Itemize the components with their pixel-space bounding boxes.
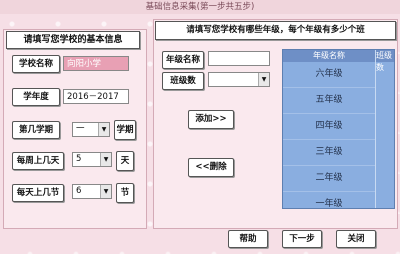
semester-select[interactable]: 一 ▼ (72, 122, 110, 137)
semester-label: 第几学期 (12, 121, 60, 139)
chevron-down-icon: ▼ (100, 185, 111, 198)
semester-unit: 学期 (114, 120, 136, 140)
days-per-week-value: 5 (76, 154, 82, 164)
help-button[interactable]: 帮助 (228, 230, 268, 248)
school-info-header: 请填写您学校的基本信息 (6, 31, 140, 49)
days-per-week-label: 每周上几天 (12, 152, 64, 170)
periods-unit: 节 (116, 183, 134, 203)
close-button[interactable]: 关闭 (336, 230, 376, 248)
table-row[interactable]: 五年级 (283, 88, 375, 114)
semester-value: 一 (76, 124, 85, 134)
column-divider (375, 50, 376, 208)
grade-name-label: 年级名称 (162, 51, 204, 69)
grade-name-input[interactable] (208, 51, 270, 66)
school-year-input[interactable]: 2016－2017 (63, 89, 129, 104)
school-name-input[interactable]: 向阳小学 (63, 56, 129, 71)
periods-per-day-label: 每天上几节 (12, 184, 64, 202)
periods-per-day-select[interactable]: 6 ▼ (72, 184, 112, 199)
table-row[interactable]: 一年级 (283, 192, 375, 208)
days-per-week-select[interactable]: 5 ▼ (72, 152, 112, 167)
delete-button[interactable]: <<删除 (188, 158, 234, 177)
table-row[interactable]: 二年级 (283, 166, 375, 192)
column-header-grade: 年级名称 (283, 50, 375, 62)
class-count-label: 班级数 (162, 72, 204, 90)
chevron-down-icon: ▼ (258, 73, 269, 86)
table-row[interactable]: 三年级 (283, 140, 375, 166)
column-header-class-count: 班级数 (376, 50, 394, 72)
next-step-button[interactable]: 下一步 (282, 230, 322, 248)
grade-info-header: 请填写您学校有哪些年级，每个年级有多少个班 (155, 21, 396, 40)
table-row[interactable]: 四年级 (283, 114, 375, 140)
chevron-down-icon: ▼ (98, 123, 109, 136)
chevron-down-icon: ▼ (100, 153, 111, 166)
table-row[interactable]: 六年级 (283, 62, 375, 88)
school-year-label: 学年度 (12, 88, 60, 106)
periods-per-day-value: 6 (76, 186, 82, 196)
add-button[interactable]: 添加>> (188, 110, 234, 129)
school-name-label: 学校名称 (12, 55, 60, 73)
days-unit: 天 (116, 151, 134, 171)
class-count-select[interactable]: ▼ (208, 72, 270, 87)
window-title: 基础信息采集(第一步共五步) (0, 0, 400, 14)
grade-table[interactable]: 年级名称 班级数 六年级 五年级 四年级 三年级 二年级 一年级 (282, 49, 395, 209)
